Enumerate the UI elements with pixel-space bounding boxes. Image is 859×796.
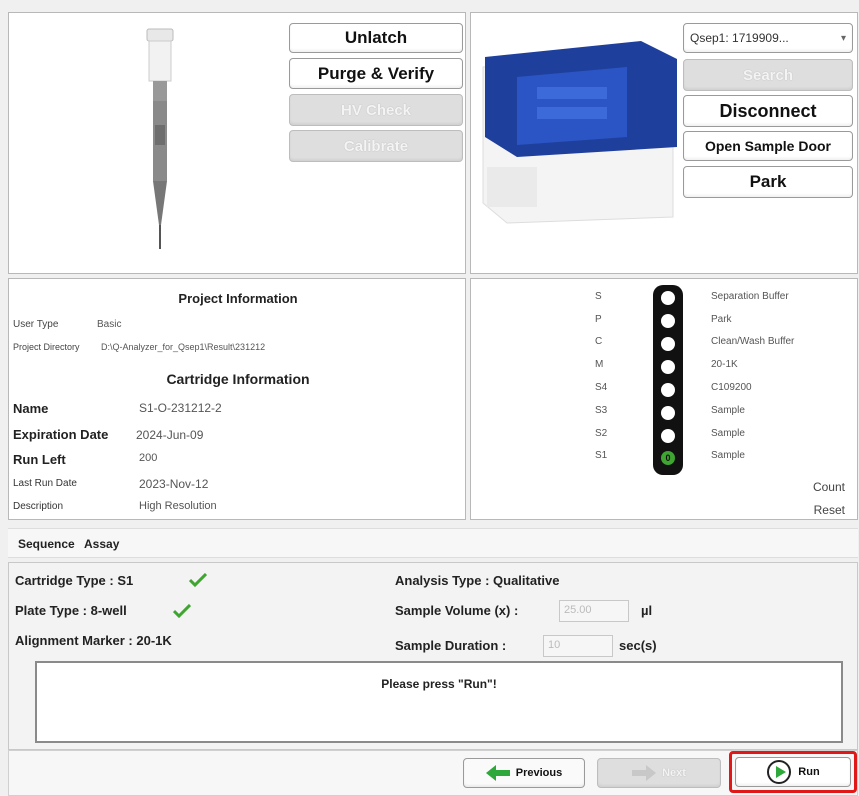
hv-check-button[interactable]: HV Check <box>289 94 463 126</box>
user-type-label: User Type <box>13 319 59 330</box>
tray-name-s1: Sample <box>711 450 745 461</box>
alignment-marker-text: Alignment Marker : 20-1K <box>15 633 172 648</box>
tray-name-s: Separation Buffer <box>711 291 789 302</box>
analysis-type-text: Analysis Type : Qualitative <box>395 573 560 588</box>
tray-slot-p[interactable] <box>661 314 675 328</box>
tray-name-m: 20-1K <box>711 359 738 370</box>
play-icon <box>767 760 792 784</box>
description-label: Description <box>13 501 64 512</box>
user-type-value: Basic <box>97 319 122 330</box>
park-button[interactable]: Park <box>683 166 853 198</box>
device-select-value: Qsep1: 1719909... <box>690 31 789 45</box>
sample-volume-input[interactable]: 25.00 <box>559 600 629 622</box>
tray-name-p: Park <box>711 314 732 325</box>
search-button[interactable]: Search <box>683 59 853 91</box>
info-panel: Project Information User Type Basic Proj… <box>8 278 466 520</box>
arrow-left-icon <box>485 765 510 781</box>
tray-code-s4: S4 <box>595 382 608 393</box>
tray-code-s: S <box>595 291 602 302</box>
sequence-row: Sequence Assay <box>8 528 858 558</box>
last-run-date-label: Last Run Date <box>13 478 77 489</box>
run-left-value: 200 <box>139 452 158 464</box>
cartridge-name-label: Name <box>13 401 49 416</box>
tray-slot-s4[interactable] <box>661 383 675 397</box>
count-link[interactable]: Count <box>813 480 845 494</box>
purge-verify-button[interactable]: Purge & Verify <box>289 58 463 89</box>
tray-panel: 0 S Separation Buffer P Park C Clean/Was… <box>470 278 858 520</box>
previous-label: Previous <box>515 767 563 779</box>
run-label: Run <box>798 766 820 778</box>
disconnect-button[interactable]: Disconnect <box>683 95 853 127</box>
device-panel: Qsep1: 1719909... ▾ Search Disconnect Op… <box>470 12 858 274</box>
tray-code-p: P <box>595 314 602 325</box>
run-left-label: Run Left <box>13 452 66 467</box>
sample-duration-input[interactable]: 10 <box>543 635 613 657</box>
chevron-down-icon: ▾ <box>840 32 846 44</box>
plate-type-check-icon <box>173 604 191 618</box>
sample-duration-unit: sec(s) <box>619 638 657 653</box>
tray-slot-s3[interactable] <box>661 406 675 420</box>
device-select-dropdown[interactable]: Qsep1: 1719909... ▾ <box>683 23 853 53</box>
bottom-nav: Previous Next Run <box>8 750 858 796</box>
tray-slot-m[interactable] <box>661 360 675 374</box>
tray-name-s3: Sample <box>711 405 745 416</box>
tray-code-c: C <box>595 336 603 347</box>
calibrate-button[interactable]: Calibrate <box>289 130 463 162</box>
tray-name-c: Clean/Wash Buffer <box>711 336 795 347</box>
cartridge-name-value: S1-O-231212-2 <box>139 401 222 415</box>
sample-duration-label: Sample Duration : <box>395 638 507 653</box>
tray-code-s2: S2 <box>595 428 608 439</box>
open-sample-door-button[interactable]: Open Sample Door <box>683 131 853 161</box>
previous-button[interactable]: Previous <box>463 758 585 788</box>
cartridge-type-check-icon <box>189 573 207 587</box>
project-dir-value: D:\Q-Analyzer_for_Qsep1\Result\231212 <box>101 342 266 352</box>
project-info-title: Project Information <box>178 291 298 306</box>
tray-code-s1: S1 <box>595 450 608 461</box>
run-button[interactable]: Run <box>735 757 851 787</box>
settings-panel: Cartridge Type : S1 Plate Type : 8-well … <box>8 562 858 750</box>
plate-type-text: Plate Type : 8-well <box>15 603 127 618</box>
tray-slot-s[interactable] <box>661 291 675 305</box>
tray-slot-s1[interactable]: 0 <box>661 451 675 465</box>
tray-strip: 0 <box>653 285 683 475</box>
message-text: Please press "Run"! <box>381 677 497 691</box>
electrode-panel: Unlatch Purge & Verify HV Check Calibrat… <box>8 12 466 274</box>
arrow-right-icon <box>632 765 657 781</box>
tray-name-s4: C109200 <box>711 382 752 393</box>
next-label: Next <box>662 767 686 779</box>
tray-code-s3: S3 <box>595 405 608 416</box>
cartridge-type-text: Cartridge Type : S1 <box>15 573 134 588</box>
next-button[interactable]: Next <box>597 758 721 788</box>
last-run-date-value: 2023-Nov-12 <box>139 477 209 491</box>
expiration-date-value: 2024-Jun-09 <box>136 428 204 442</box>
tray-name-s2: Sample <box>711 428 745 439</box>
sequence-value: Assay <box>84 537 120 551</box>
device-image <box>482 41 677 224</box>
project-dir-label: Project Directory <box>13 342 80 352</box>
tray-code-m: M <box>595 359 604 370</box>
expiration-date-label: Expiration Date <box>13 427 109 442</box>
unlatch-button[interactable]: Unlatch <box>289 23 463 53</box>
tray-slot-s2[interactable] <box>661 429 675 443</box>
tray-slot-c[interactable] <box>661 337 675 351</box>
reset-link[interactable]: Reset <box>814 503 845 517</box>
electrode-image <box>146 28 174 249</box>
description-value: High Resolution <box>139 500 217 512</box>
cartridge-info-title: Cartridge Information <box>166 371 310 387</box>
sample-volume-unit: µl <box>641 603 653 618</box>
message-box: Please press "Run"! <box>35 661 843 743</box>
sequence-label: Sequence <box>18 537 75 551</box>
sample-volume-label: Sample Volume (x) : <box>395 603 519 618</box>
